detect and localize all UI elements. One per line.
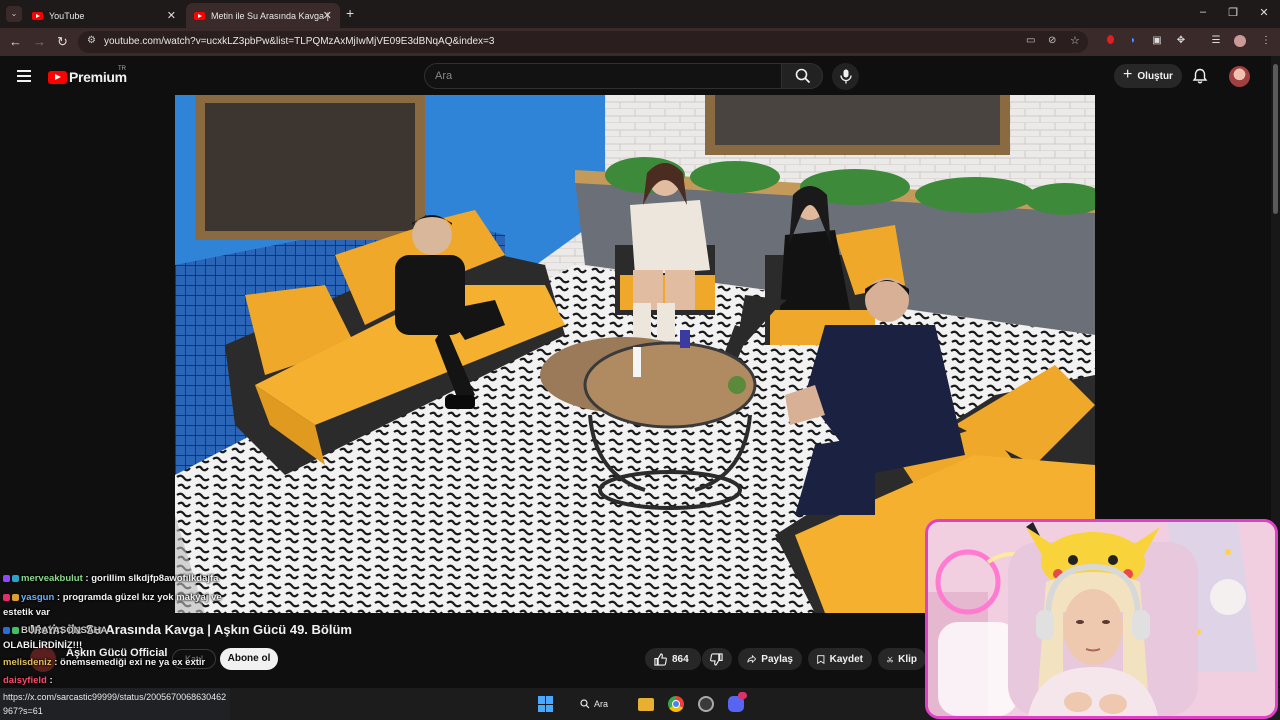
thumbs-down-icon <box>710 652 723 666</box>
cast-icon[interactable]: ▭ <box>1026 35 1035 46</box>
site-info-icon[interactable]: ⚙ <box>87 35 96 46</box>
chrome-icon[interactable] <box>668 696 684 712</box>
subscribe-button[interactable]: Abone ol <box>220 648 278 670</box>
chat-message: yasgun : programda güzel kız yok makyaj … <box>3 592 222 603</box>
dislike-button[interactable] <box>702 648 732 670</box>
create-label: Oluştur <box>1137 70 1173 82</box>
file-explorer-icon[interactable] <box>638 698 654 711</box>
logo-region: TR <box>118 66 126 72</box>
chat-badge-icon <box>3 575 10 582</box>
chat-text: : <box>49 675 53 686</box>
chat-text: : önemsemediği exi ne ya ex extir <box>54 657 206 668</box>
chat-badge-icon <box>12 575 19 582</box>
tab-title: Metin ile Su Arasında Kavga | A <box>211 10 329 21</box>
extension-red-icon[interactable] <box>1104 35 1116 47</box>
taskbar-search-label: Ara <box>594 699 609 709</box>
tab-search-icon[interactable]: ⌄ <box>6 6 22 22</box>
like-button[interactable]: 864 <box>645 648 701 670</box>
youtube-header: Premium TR + Oluştur <box>0 56 1270 96</box>
chat-text: : programda güzel kız yok makyaj ve <box>56 592 222 603</box>
minimize-button[interactable]: – <box>1188 6 1218 18</box>
chat-message: BURAYASÖNSAHA <box>3 625 107 636</box>
scissors-icon <box>887 656 893 662</box>
link-hover-status: https://x.com/sarcastic99999/status/2005… <box>0 688 230 720</box>
bookmark-star-icon[interactable]: ☆ <box>1070 34 1080 47</box>
youtube-favicon-icon <box>32 11 43 20</box>
chat-text: : gorillim slkdjfp8awofılkdajfa <box>85 573 219 584</box>
search-input[interactable] <box>425 64 781 88</box>
url-text: youtube.com/watch?v=ucxkLZ3pbPw&list=TLP… <box>104 36 495 47</box>
tab-title: YouTube <box>49 10 85 21</box>
reading-list-icon[interactable]: ☰ <box>1210 35 1222 47</box>
close-tab-icon[interactable]: ✕ <box>167 9 176 22</box>
chat-message-continued: OLABİLİRDİNİZ!!! <box>3 640 83 651</box>
voice-search-button[interactable] <box>832 63 859 90</box>
chat-username: daisyfield <box>3 675 47 686</box>
notifications-button[interactable] <box>1192 68 1208 84</box>
clip-label: Klip <box>898 653 917 665</box>
chat-message: melisdeniz : önemsemediği exi ne ya ex e… <box>3 657 205 668</box>
chat-badge-icon <box>3 627 10 634</box>
chat-username: merveakbulut <box>21 573 83 584</box>
bookmark-icon <box>817 654 825 664</box>
taskbar-search[interactable]: Ara <box>580 695 608 713</box>
chat-message: merveakbulut : gorillim slkdjfp8awofılkd… <box>3 573 218 584</box>
forward-button[interactable]: → <box>33 34 46 49</box>
new-tab-button[interactable]: + <box>346 5 354 21</box>
search-box[interactable] <box>424 63 782 89</box>
browser-tab-bar: ⌄ YouTube ✕ Metin ile Su Arasında Kavga … <box>0 0 1280 28</box>
share-label: Paylaş <box>761 653 793 665</box>
youtube-logo[interactable]: Premium <box>48 69 127 85</box>
discord-icon[interactable] <box>728 692 747 712</box>
save-label: Kaydet <box>829 653 863 665</box>
chat-username: yasgun <box>21 592 55 603</box>
tab-video[interactable]: Metin ile Su Arasında Kavga | A ✕ <box>186 3 340 28</box>
window-close-button[interactable]: ✕ <box>1249 6 1279 19</box>
chat-badge-icon <box>12 627 19 634</box>
close-tab-icon[interactable]: ✕ <box>323 9 332 22</box>
chat-badge-icon <box>12 594 19 601</box>
browser-toolbar: ← → ↻ ⚙ youtube.com/watch?v=ucxkLZ3pbPw&… <box>0 28 1280 56</box>
search-button[interactable] <box>781 63 823 89</box>
scrollbar-thumb[interactable] <box>1273 64 1278 214</box>
search-icon <box>795 68 811 84</box>
restore-button[interactable]: ❐ <box>1218 6 1248 19</box>
tab-youtube[interactable]: YouTube ✕ <box>24 3 184 28</box>
windows-start-icon[interactable] <box>538 696 554 712</box>
webcam-frame <box>928 522 1275 716</box>
browser-menu-icon[interactable]: ⋮ <box>1260 35 1272 47</box>
extension-dark-icon[interactable]: ▣ <box>1151 35 1163 47</box>
share-button[interactable]: Paylaş <box>738 648 802 670</box>
microphone-icon <box>840 69 852 84</box>
save-button[interactable]: Kaydet <box>808 648 872 670</box>
youtube-favicon-icon <box>194 11 205 20</box>
plus-icon: + <box>1123 66 1133 83</box>
thumbs-up-icon <box>654 652 667 666</box>
reload-button[interactable]: ↻ <box>57 34 68 50</box>
clip-button[interactable]: Klip <box>878 648 926 670</box>
youtube-play-icon <box>48 70 67 84</box>
hide-icon[interactable]: ⊘ <box>1048 35 1056 46</box>
menu-icon[interactable] <box>17 70 31 82</box>
chat-username: melisdeniz <box>3 657 52 668</box>
chat-username: BURAYASÖNSAHA <box>21 625 108 636</box>
share-icon <box>747 654 757 664</box>
app-icon[interactable] <box>698 696 714 712</box>
search-icon <box>580 699 590 709</box>
chat-message: daisyfield : <box>3 675 53 686</box>
chat-message-continued: estetik var <box>3 607 51 618</box>
create-button[interactable]: + Oluştur <box>1114 64 1182 88</box>
address-bar[interactable]: ⚙ youtube.com/watch?v=ucxkLZ3pbPw&list=T… <box>78 31 1088 53</box>
account-avatar[interactable] <box>1229 66 1250 87</box>
back-button[interactable]: ← <box>9 34 22 49</box>
extensions-puzzle-icon[interactable]: ✥ <box>1175 35 1187 47</box>
profile-avatar-icon[interactable] <box>1234 35 1246 47</box>
bell-icon <box>1192 68 1208 84</box>
extension-blue-icon[interactable]: ◗ <box>1127 35 1139 47</box>
chat-badge-icon <box>3 594 10 601</box>
streamer-webcam <box>925 519 1278 719</box>
like-count: 864 <box>672 653 689 665</box>
